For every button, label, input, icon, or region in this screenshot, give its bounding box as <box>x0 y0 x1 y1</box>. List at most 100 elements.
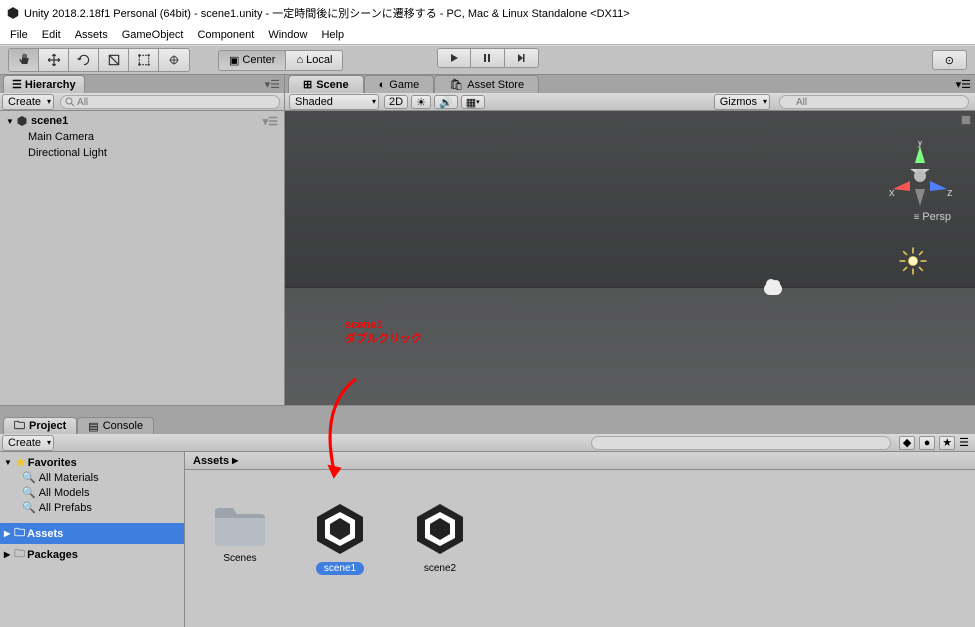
favorite-all-prefabs[interactable]: 🔍All Prefabs <box>0 500 184 515</box>
scene-tab[interactable]: ⊞Scene <box>288 75 364 93</box>
play-controls <box>437 48 539 68</box>
folder-icon: 🗀 <box>14 545 25 564</box>
scene-tab-icon: ⊞ <box>303 78 312 91</box>
hand-icon <box>16 52 32 68</box>
asset-grid[interactable]: Scenes scene1 scene2 <box>185 470 975 627</box>
menu-file[interactable]: File <box>10 29 28 41</box>
project-icon: 🗀 <box>14 417 25 436</box>
light-icon: ☀ <box>416 96 426 109</box>
scene-menu-icon[interactable]: ▾☰ <box>263 115 278 128</box>
favorite-all-materials[interactable]: 🔍All Materials <box>0 470 184 485</box>
search-icon: 🔍 <box>22 486 36 499</box>
game-tab[interactable]: ◐Game <box>364 75 435 93</box>
orientation-gizmo[interactable]: y x z <box>885 141 955 211</box>
unity-scene-icon <box>16 115 28 127</box>
scene-cam-icon[interactable] <box>961 115 971 125</box>
svg-text:z: z <box>947 187 953 199</box>
asset-label: scene1 <box>316 562 364 575</box>
asset-scene1[interactable]: scene1 <box>305 500 375 575</box>
svg-text:x: x <box>889 187 895 199</box>
window-title: Unity 2018.2.18f1 Personal (64bit) - sce… <box>24 5 630 21</box>
project-panel-tabs: 🗀Project ▤Console <box>0 405 975 434</box>
search-favorite-icon[interactable]: ★ <box>939 436 955 450</box>
create-dropdown[interactable]: Create <box>2 94 54 110</box>
play-button[interactable] <box>437 48 471 68</box>
scene-viewport[interactable]: y x z ≡ Persp <box>285 111 975 405</box>
asset-folder-scenes[interactable]: Scenes <box>205 500 275 565</box>
svg-text:y: y <box>917 141 923 148</box>
hierarchy-scene-root[interactable]: ▼ scene1▾☰ <box>0 113 284 129</box>
star-icon: ★ <box>16 456 26 469</box>
rotate-icon <box>77 53 91 67</box>
play-icon <box>448 52 460 64</box>
project-tab[interactable]: 🗀Project <box>3 417 77 434</box>
asset-store-tab[interactable]: 🛍Asset Store <box>434 75 539 93</box>
move-tool-button[interactable] <box>39 49 69 71</box>
camera-gizmo-icon[interactable] <box>764 283 782 295</box>
audio-toggle-button[interactable]: 🔊 <box>434 95 458 109</box>
console-tab[interactable]: ▤Console <box>77 417 154 434</box>
move-icon <box>47 53 61 67</box>
project-search-input[interactable] <box>591 436 891 450</box>
hierarchy-item-directional-light[interactable]: Directional Light <box>0 145 284 161</box>
center-button[interactable]: ▣Center <box>218 50 286 71</box>
project-panel-menu-icon[interactable]: ☰ <box>959 436 969 449</box>
collab-button[interactable]: ⊙ <box>932 50 967 70</box>
project-content: Assets ▶ Scenes scene1 scene2 <box>185 452 975 627</box>
project-panel: Create ◆ ● ★ ☰ ▼★Favorites 🔍All Material… <box>0 434 975 627</box>
scene-search-input[interactable] <box>779 95 969 109</box>
hierarchy-tab[interactable]: ☰Hierarchy <box>3 75 85 93</box>
rect-tool-button[interactable] <box>129 49 159 71</box>
menu-assets[interactable]: Assets <box>75 29 108 41</box>
multi-tool-button[interactable] <box>159 49 189 71</box>
search-filter-icon-1[interactable]: ◆ <box>899 436 915 450</box>
2d-toggle-button[interactable]: 2D <box>384 95 408 109</box>
assets-folder[interactable]: ▶🗀Assets <box>0 523 184 544</box>
menu-component[interactable]: Component <box>197 29 254 41</box>
project-tree[interactable]: ▼★Favorites 🔍All Materials 🔍All Models 🔍… <box>0 452 185 627</box>
packages-folder[interactable]: ▶🗀Packages <box>0 544 184 565</box>
hierarchy-search-input[interactable] <box>60 95 280 109</box>
projection-label[interactable]: ≡ Persp <box>914 211 951 223</box>
lighting-toggle-button[interactable]: ☀ <box>411 95 431 109</box>
shaded-dropdown[interactable]: Shaded <box>289 94 379 110</box>
directional-light-gizmo-icon[interactable] <box>898 246 928 276</box>
panel-menu-icon[interactable]: ▾☰ <box>265 78 280 91</box>
scale-tool-button[interactable] <box>99 49 129 71</box>
menu-edit[interactable]: Edit <box>42 29 61 41</box>
multi-icon <box>167 53 181 67</box>
asset-store-icon: 🛍 <box>449 78 463 91</box>
project-create-dropdown[interactable]: Create <box>2 435 54 451</box>
hierarchy-tree[interactable]: ▼ scene1▾☰ Main Camera Directional Light <box>0 111 284 405</box>
unity-logo-icon <box>6 6 20 20</box>
chevron-right-icon: ▶ <box>232 456 238 465</box>
menu-window[interactable]: Window <box>268 29 307 41</box>
scene-panel-menu-icon[interactable]: ▾☰ <box>956 78 971 91</box>
console-icon: ▤ <box>88 420 98 433</box>
search-filter-icon-2[interactable]: ● <box>919 436 935 450</box>
local-button[interactable]: ⌂Local <box>286 50 343 71</box>
menu-gameobject[interactable]: GameObject <box>122 29 184 41</box>
rotate-tool-button[interactable] <box>69 49 99 71</box>
rect-icon <box>137 53 151 67</box>
pause-button[interactable] <box>471 48 505 68</box>
step-button[interactable] <box>505 48 539 68</box>
folder-icon: 🗀 <box>14 524 25 543</box>
hierarchy-item-main-camera[interactable]: Main Camera <box>0 129 284 145</box>
menu-help[interactable]: Help <box>321 29 344 41</box>
favorite-all-models[interactable]: 🔍All Models <box>0 485 184 500</box>
audio-icon: 🔊 <box>439 96 453 109</box>
hierarchy-icon: ☰ <box>12 78 22 91</box>
gizmos-dropdown[interactable]: Gizmos <box>714 94 770 110</box>
breadcrumb[interactable]: Assets ▶ <box>185 452 975 470</box>
scene-panel: ⊞Scene ◐Game 🛍Asset Store ▾☰ Shaded 2D ☀… <box>285 75 975 405</box>
transform-tool-group <box>8 48 190 72</box>
asset-scene2[interactable]: scene2 <box>405 500 475 575</box>
hand-tool-button[interactable] <box>9 49 39 71</box>
scale-icon <box>107 53 121 67</box>
expand-icon[interactable]: ▼ <box>6 117 14 126</box>
fx-toggle-button[interactable]: ▦▾ <box>461 95 485 109</box>
favorites-header[interactable]: ▼★Favorites <box>0 455 184 470</box>
folder-icon <box>211 500 269 548</box>
menubar: File Edit Assets GameObject Component Wi… <box>0 25 975 45</box>
